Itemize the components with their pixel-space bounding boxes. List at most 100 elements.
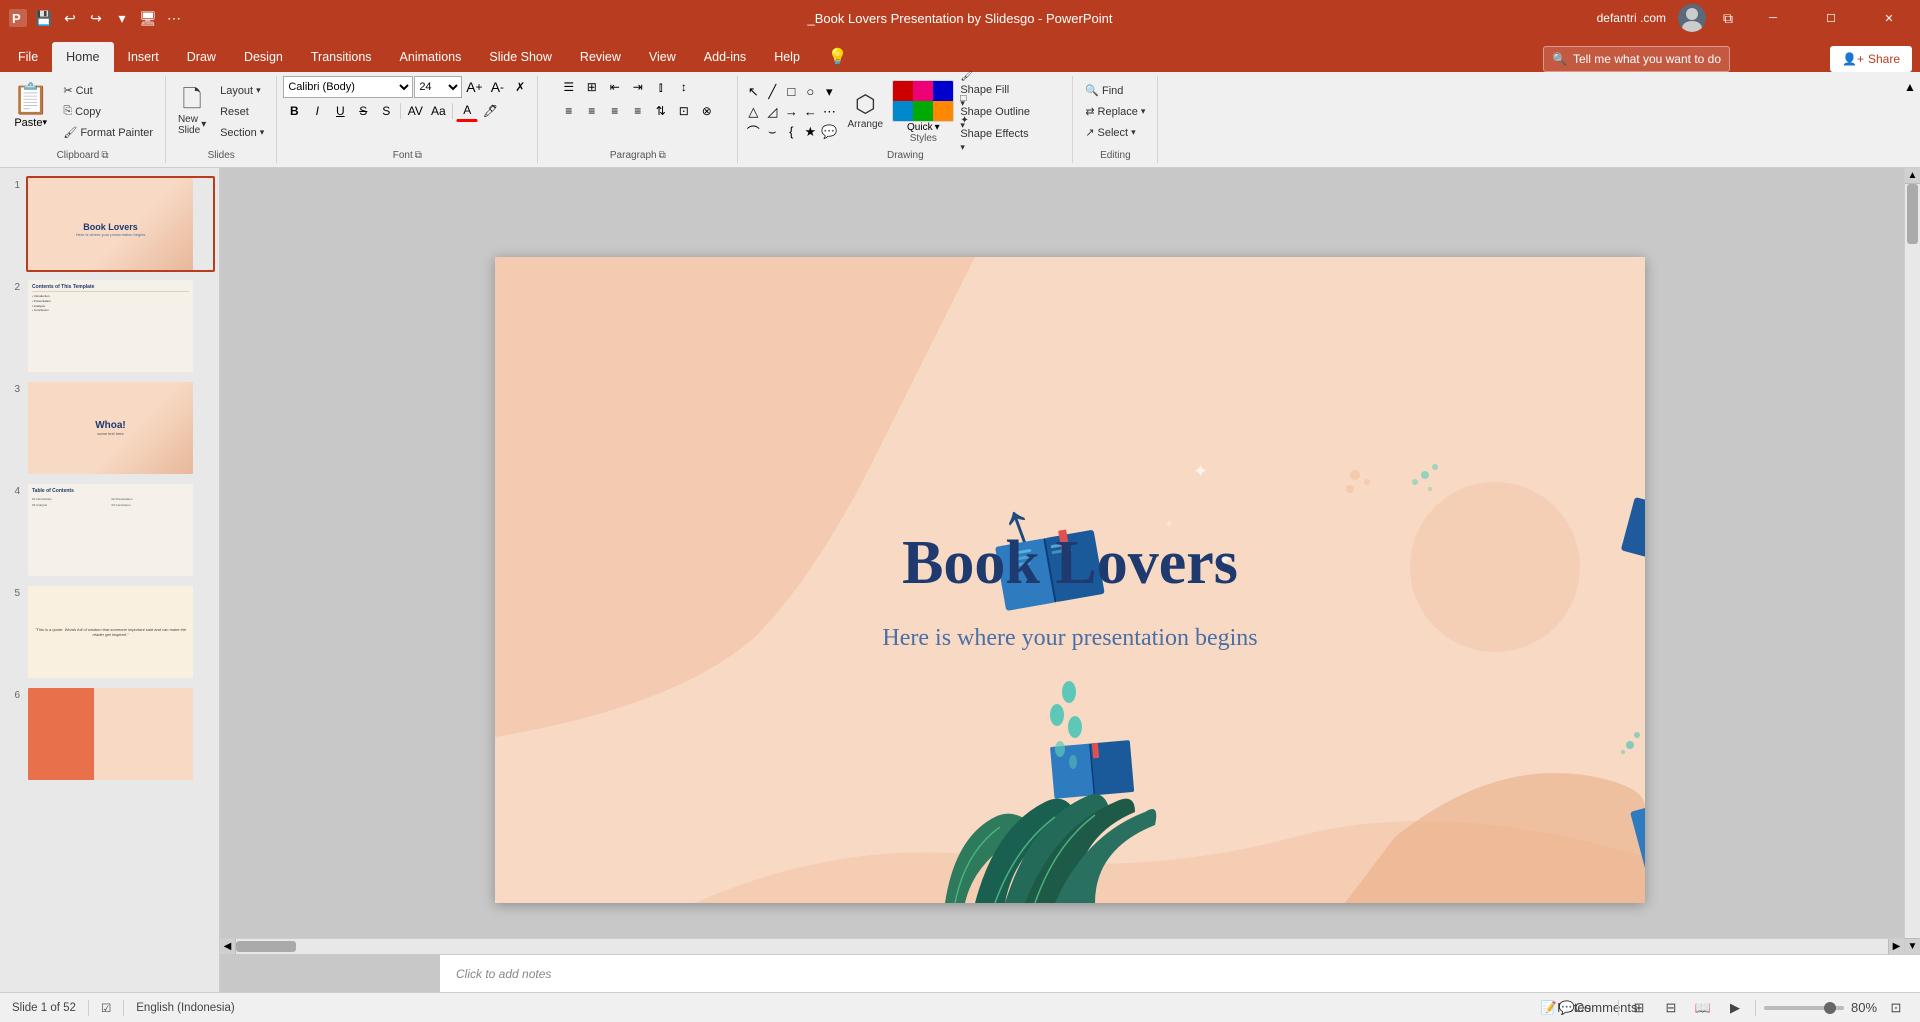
underline-button[interactable]: U	[329, 100, 351, 122]
user-avatar[interactable]	[1678, 4, 1706, 32]
align-center-button[interactable]: ≡	[581, 100, 603, 122]
slide-item-4[interactable]: 4 Table of Contents 01 Introduction 02 P…	[4, 482, 215, 578]
restore-button[interactable]: ⧉	[1718, 8, 1738, 28]
tab-file[interactable]: File	[4, 42, 52, 72]
smartart-button[interactable]: ⊗	[696, 100, 718, 122]
italic-button[interactable]: I	[306, 100, 328, 122]
change-case-button[interactable]: Aa	[427, 100, 449, 122]
share-button[interactable]: 👤+ Share	[1830, 46, 1912, 72]
slide-main-subtitle[interactable]: Here is where your presentation begins	[882, 625, 1257, 652]
maximize-button[interactable]: ☐	[1808, 0, 1854, 36]
layout-button[interactable]: Layout	[214, 81, 270, 101]
normal-view-button[interactable]: ⊞	[1627, 997, 1651, 1019]
new-slide-button[interactable]: 🗋 NewSlide ▾	[172, 80, 212, 144]
scroll-down-button[interactable]: ▼	[1905, 938, 1920, 954]
slide-thumb-5[interactable]: "This is a quote. Words full of wisdom t…	[26, 584, 215, 680]
shape-more[interactable]: ▾	[820, 83, 838, 101]
slide-thumb-2[interactable]: Contents of This Template • Introduction…	[26, 278, 215, 374]
bold-button[interactable]: B	[283, 100, 305, 122]
customize-qat-button[interactable]: ▾	[112, 8, 132, 28]
tab-help[interactable]: Help	[760, 42, 814, 72]
scroll-thumb-h[interactable]	[236, 941, 296, 952]
slide-item-5[interactable]: 5 "This is a quote. Words full of wisdom…	[4, 584, 215, 680]
bullets-button[interactable]: ☰	[558, 76, 580, 98]
clipboard-expand-icon[interactable]: ⧉	[101, 150, 108, 161]
ribbon-search-box[interactable]: 🔍 Tell me what you want to do	[1543, 46, 1730, 72]
tab-animations[interactable]: Animations	[386, 42, 476, 72]
tab-transitions[interactable]: Transitions	[297, 42, 386, 72]
highlight-button[interactable]: 🖊	[479, 100, 501, 122]
minimize-button[interactable]: ─	[1750, 0, 1796, 36]
shape-callout[interactable]: 💬	[820, 123, 838, 141]
reset-button[interactable]: Reset	[214, 102, 270, 122]
slide-main-title[interactable]: Book Lovers	[902, 528, 1238, 599]
shape-arrow-more[interactable]: ⋯	[820, 103, 838, 121]
scroll-thumb-v[interactable]	[1907, 184, 1918, 244]
paste-button[interactable]: 📋 Paste ▾	[6, 80, 55, 144]
zoom-level[interactable]: 80%	[1852, 997, 1876, 1019]
slide-thumb-6[interactable]	[26, 686, 215, 782]
tab-slideshow[interactable]: Slide Show	[475, 42, 566, 72]
find-button[interactable]: 🔍 Find	[1079, 81, 1151, 101]
tab-draw[interactable]: Draw	[173, 42, 230, 72]
close-button[interactable]: ✕	[1866, 0, 1912, 36]
ribbon-collapse-button[interactable]: ▲	[1904, 76, 1920, 163]
slide-thumb-4[interactable]: Table of Contents 01 Introduction 02 Pre…	[26, 482, 215, 578]
font-expand-icon[interactable]: ⧉	[415, 150, 422, 161]
vertical-scrollbar[interactable]: ▲ ▼	[1904, 168, 1920, 954]
numbering-button[interactable]: ⊞	[581, 76, 603, 98]
slide-thumb-1[interactable]: Book Lovers Here is where your presentat…	[26, 176, 215, 272]
redo-button[interactable]: ↪	[86, 8, 106, 28]
horizontal-scrollbar[interactable]: ◀ ▶	[220, 938, 1904, 954]
select-button[interactable]: ↗ Select	[1079, 123, 1151, 143]
shape-triangle[interactable]: △	[744, 103, 762, 121]
columns-button[interactable]: ⫾	[650, 76, 672, 98]
shape-bracket[interactable]: {	[782, 123, 800, 141]
tab-review[interactable]: Review	[566, 42, 635, 72]
line-spacing-button[interactable]: ↕	[673, 76, 695, 98]
scroll-left-button[interactable]: ◀	[220, 939, 236, 954]
reading-view-button[interactable]: 📖	[1691, 997, 1715, 1019]
justify-button[interactable]: ≡	[627, 100, 649, 122]
tab-home[interactable]: Home	[52, 42, 113, 72]
accessibility-icon[interactable]: ☑	[101, 1001, 111, 1015]
shape-arc[interactable]: ⌒	[744, 123, 762, 141]
font-name-selector[interactable]: Calibri (Body)	[283, 76, 413, 98]
tab-addins[interactable]: Add-ins	[690, 42, 760, 72]
arrange-button[interactable]: ⬡ Arrange	[840, 80, 890, 144]
increase-font-button[interactable]: A+	[463, 76, 485, 98]
cut-button[interactable]: ✂ Cut	[57, 81, 159, 101]
section-button[interactable]: Section	[214, 123, 270, 143]
font-size-selector[interactable]: 24	[414, 76, 462, 98]
fit-to-window-button[interactable]: ⊡	[1884, 997, 1908, 1019]
shape-fill-button[interactable]: 🖌 Shape Fill	[956, 80, 1066, 100]
present-button[interactable]: 🖥	[138, 8, 158, 28]
clear-formatting-button[interactable]: ✗	[509, 76, 531, 98]
shape-curve[interactable]: ⌣	[763, 123, 781, 141]
copy-button[interactable]: ⎘ Copy	[57, 102, 159, 122]
tab-insert[interactable]: Insert	[114, 42, 173, 72]
scroll-up-button[interactable]: ▲	[1905, 168, 1920, 184]
text-direction-button[interactable]: ⇅	[650, 100, 672, 122]
save-button[interactable]: 💾	[34, 8, 54, 28]
undo-button[interactable]: ↩	[60, 8, 80, 28]
increase-indent-button[interactable]: ⇥	[627, 76, 649, 98]
slide-thumb-3[interactable]: Whoa! some text here	[26, 380, 215, 476]
tab-view[interactable]: View	[635, 42, 690, 72]
comments-button[interactable]: 💬 Comments	[1586, 997, 1610, 1019]
shape-arrow-left[interactable]: ←	[801, 103, 819, 121]
slide-canvas[interactable]: ✦ ✦ ✦ ↑	[495, 257, 1645, 903]
shadow-button[interactable]: S	[375, 100, 397, 122]
align-right-button[interactable]: ≡	[604, 100, 626, 122]
tab-lightbulb[interactable]: 💡	[814, 42, 862, 72]
notes-bar[interactable]: Click to add notes	[440, 954, 1920, 992]
quick-styles-button[interactable]: Quick ▾	[907, 122, 940, 133]
align-text-button[interactable]: ⊡	[673, 100, 695, 122]
slide-sorter-button[interactable]: ⊟	[1659, 997, 1683, 1019]
qat-more-button[interactable]: ⋯	[164, 8, 184, 28]
strikethrough-button[interactable]: S	[352, 100, 374, 122]
shape-right-tri[interactable]: ◿	[763, 103, 781, 121]
align-left-button[interactable]: ≡	[558, 100, 580, 122]
zoom-thumb[interactable]	[1824, 1002, 1836, 1014]
slide-item-2[interactable]: 2 Contents of This Template • Introducti…	[4, 278, 215, 374]
